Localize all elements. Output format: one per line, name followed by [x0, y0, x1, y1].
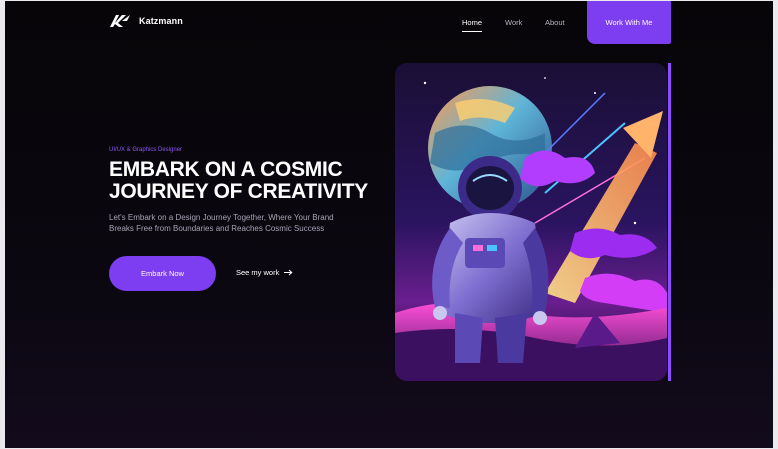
embark-now-button[interactable]: Embark Now: [109, 256, 216, 291]
nav-home-label: Home: [462, 18, 483, 27]
work-with-me-button[interactable]: Work With Me: [587, 1, 671, 44]
headline-line-2: JOURNEY OF CREATIVITY: [109, 180, 368, 203]
hero-headline: EMBARK ON A COSMIC JOURNEY OF CREATIVITY: [109, 159, 409, 203]
active-underline: [462, 31, 483, 32]
nav-about[interactable]: About: [545, 18, 565, 27]
page-frame: Katzmann Home Work About Work With Me UI…: [5, 1, 773, 448]
cta-label: Work With Me: [605, 18, 653, 27]
brand-name: Katzmann: [139, 16, 183, 26]
see-my-work-label: See my work: [236, 268, 280, 277]
katzmann-logo-icon: [110, 15, 130, 27]
hero-illustration: [395, 63, 671, 381]
nav-work-label: Work: [505, 18, 523, 27]
embark-now-label: Embark Now: [141, 269, 184, 278]
nav-about-label: About: [545, 18, 565, 27]
description-line-1: Let's Embark on a Design Journey Togethe…: [109, 213, 334, 222]
nav-home[interactable]: Home: [462, 18, 483, 32]
headline-line-1: EMBARK ON A COSMIC: [109, 158, 343, 181]
hero-eyebrow: UI/UX & Graphics Designer: [109, 147, 183, 153]
hero-description: Let's Embark on a Design Journey Togethe…: [109, 212, 369, 234]
illustration-accent-bar: [668, 63, 671, 381]
brand-logo[interactable]: Katzmann: [109, 14, 183, 28]
description-line-2: Breaks Free from Boundaries and Reaches …: [109, 224, 325, 233]
nav-work[interactable]: Work: [505, 18, 522, 27]
see-my-work-link[interactable]: See my work: [236, 268, 293, 277]
arrow-right-icon: [284, 269, 293, 276]
astronaut-illustration: [395, 63, 667, 381]
